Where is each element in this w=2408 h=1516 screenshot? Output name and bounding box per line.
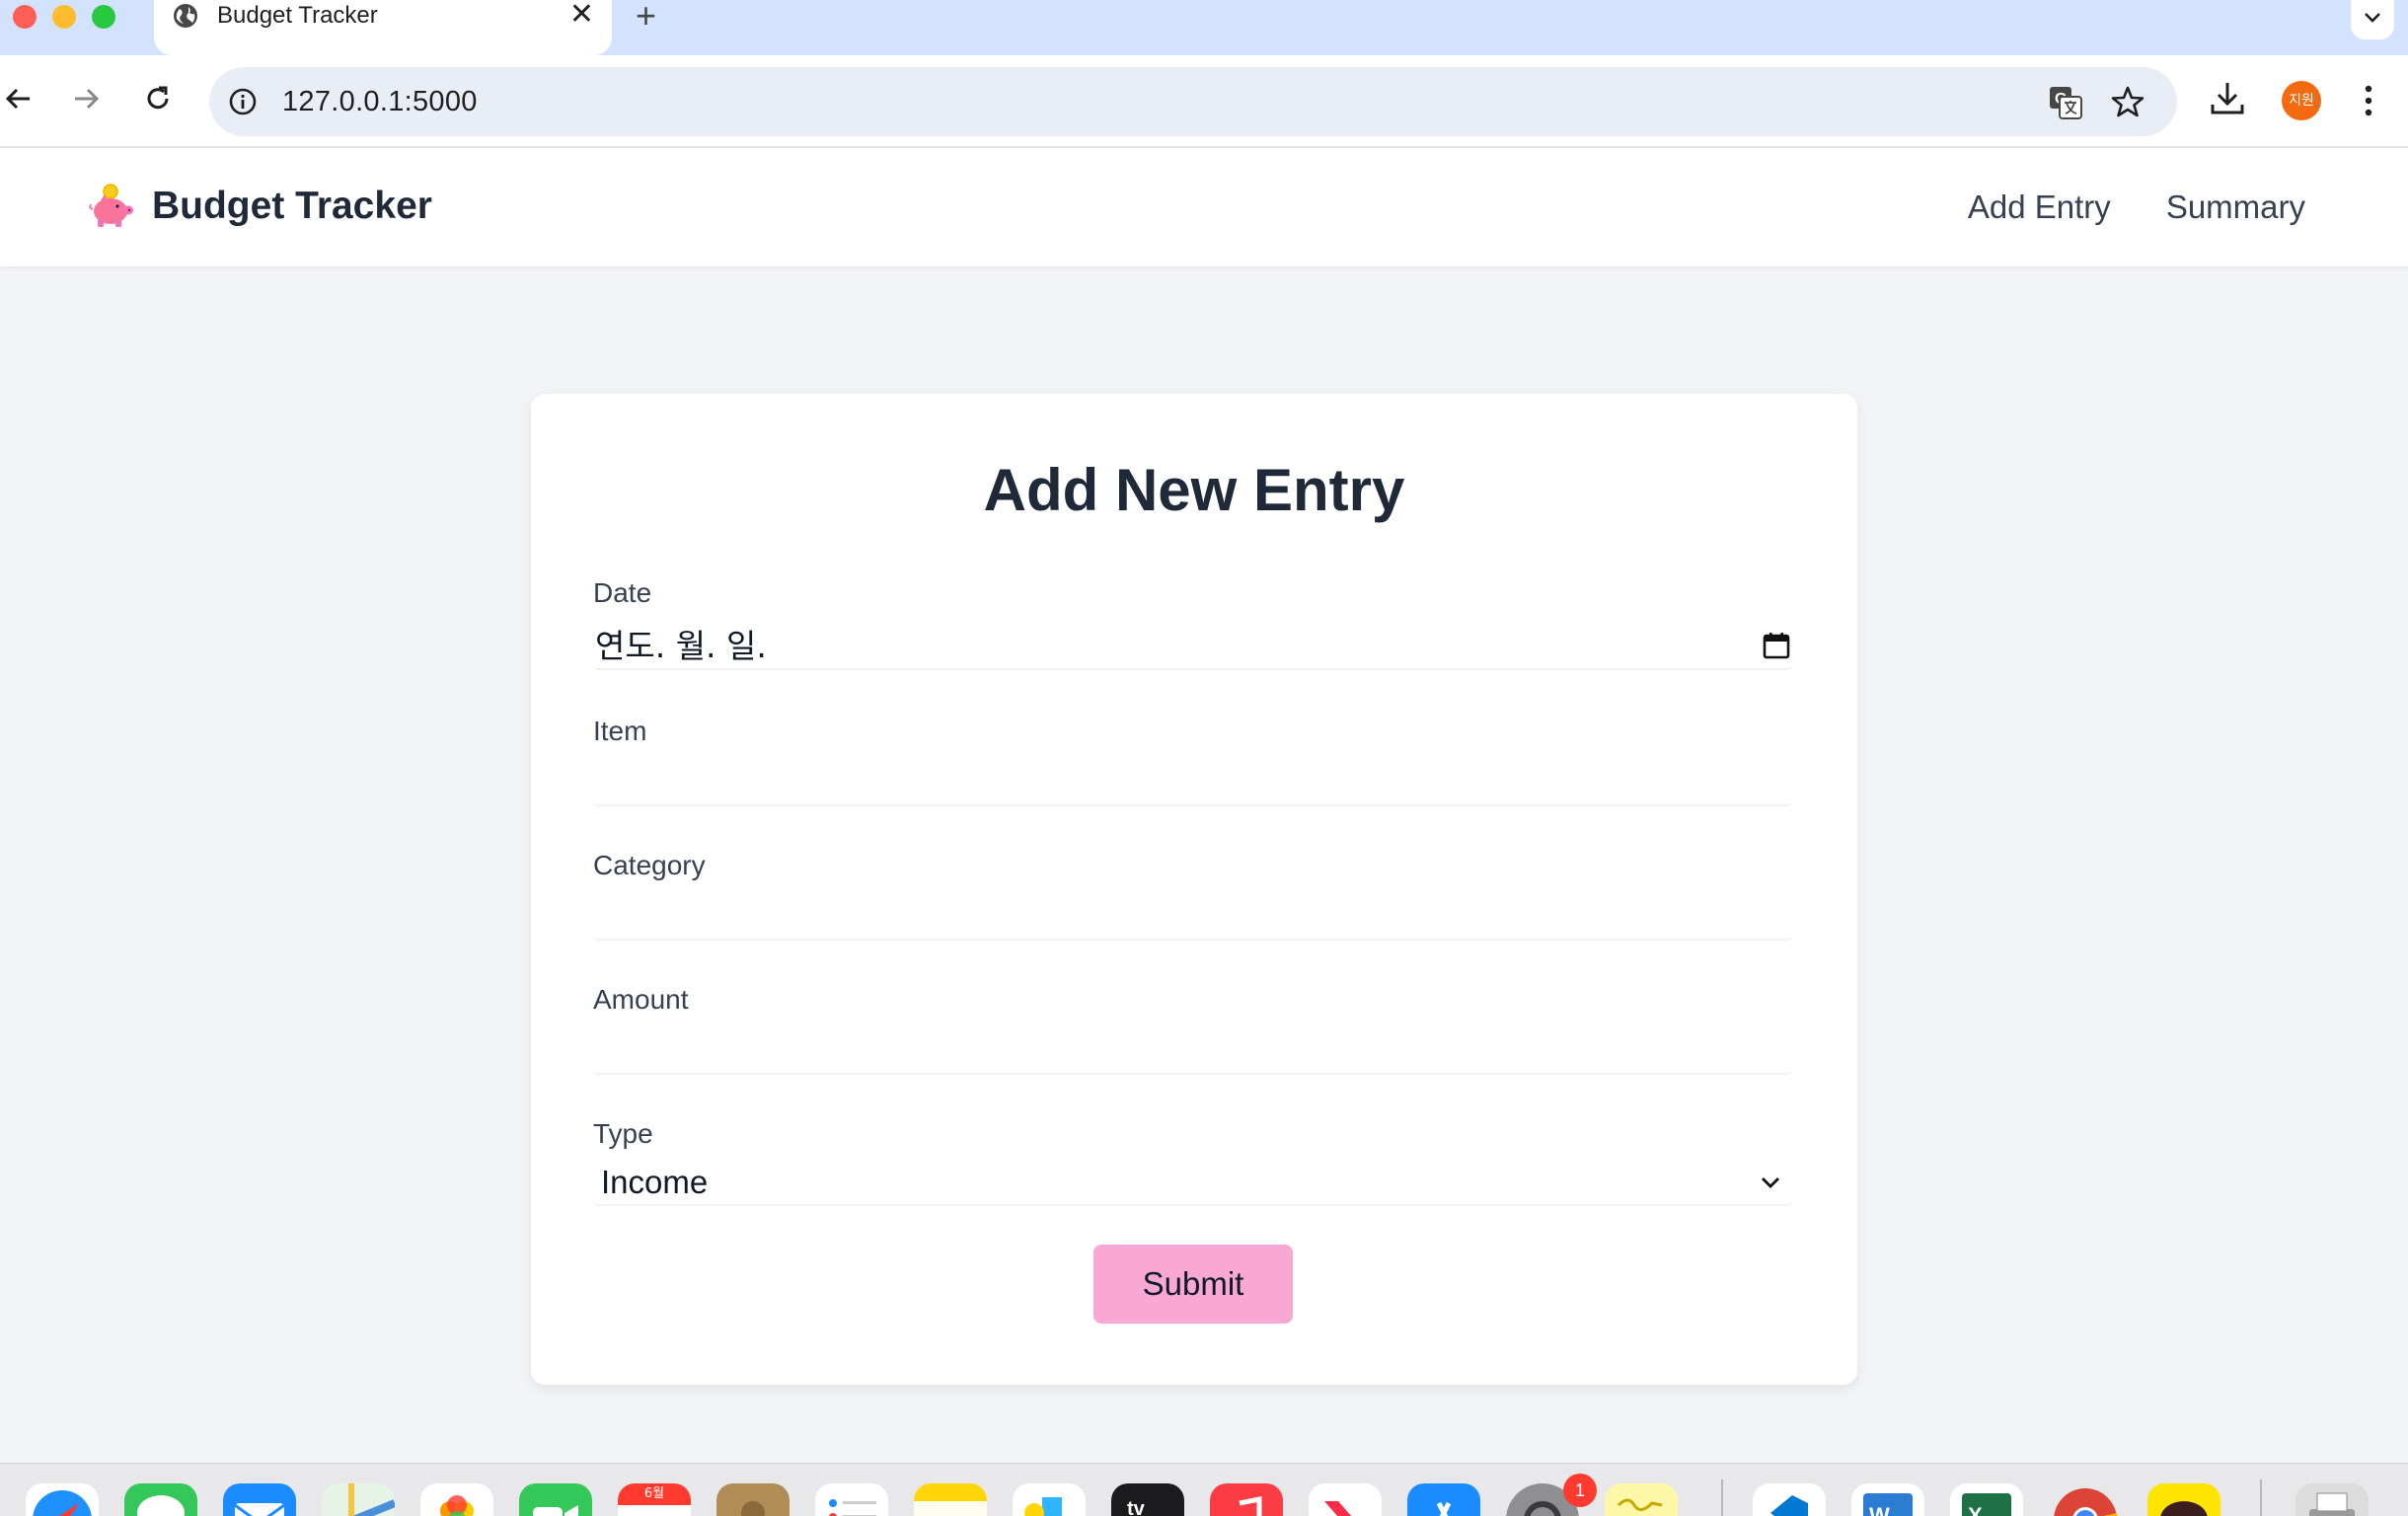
category-label: Category bbox=[593, 850, 706, 880]
dock-separator bbox=[1721, 1479, 1723, 1516]
translate-icon[interactable]: G bbox=[2047, 84, 2084, 121]
type-select[interactable]: Income bbox=[593, 1159, 1793, 1206]
submit-button[interactable]: Submit bbox=[1093, 1245, 1293, 1324]
excel-icon[interactable]: X bbox=[1950, 1483, 2023, 1516]
mail-icon[interactable] bbox=[223, 1483, 296, 1516]
type-label: Type bbox=[593, 1118, 653, 1149]
amount-label: Amount bbox=[593, 984, 689, 1015]
notes-icon[interactable] bbox=[914, 1483, 987, 1516]
app-navbar: Budget Tracker Add Entry Summary bbox=[0, 148, 2408, 266]
photos-icon[interactable] bbox=[420, 1483, 493, 1516]
facetime-icon[interactable] bbox=[519, 1483, 592, 1516]
app-store-icon[interactable] bbox=[1407, 1483, 1480, 1516]
browser-tab-bar: Budget Tracker ✕ + bbox=[0, 0, 2408, 55]
apple-tv-icon[interactable]: tv bbox=[1111, 1483, 1184, 1516]
vscode-icon[interactable] bbox=[1753, 1483, 1826, 1516]
printer-icon[interactable] bbox=[2295, 1483, 2369, 1516]
new-tab-button[interactable]: + bbox=[636, 0, 656, 36]
browser-tab-active[interactable]: Budget Tracker ✕ bbox=[154, 0, 612, 55]
nav-summary-link[interactable]: Summary bbox=[2166, 186, 2305, 229]
minimize-window-button[interactable] bbox=[52, 5, 76, 29]
macos-dock: 6월 tv 1 W X bbox=[0, 1463, 2408, 1516]
preview-icon[interactable] bbox=[1605, 1483, 1678, 1516]
profile-avatar[interactable]: 지원 bbox=[2282, 81, 2321, 120]
word-icon[interactable]: W bbox=[1851, 1483, 1924, 1516]
tab-search-button[interactable] bbox=[2351, 0, 2394, 39]
svg-text:X: X bbox=[1968, 1503, 1983, 1516]
address-bar[interactable]: 127.0.0.1:5000 G bbox=[209, 67, 2177, 136]
site-info-icon[interactable] bbox=[227, 86, 259, 117]
svg-text:tv: tv bbox=[1127, 1498, 1146, 1516]
close-window-button[interactable] bbox=[13, 5, 37, 29]
page-title: Add New Entry bbox=[983, 457, 1405, 523]
settings-badge: 1 bbox=[1563, 1474, 1597, 1507]
music-icon[interactable] bbox=[1210, 1483, 1283, 1516]
chrome-icon[interactable] bbox=[2049, 1483, 2122, 1516]
piggy-bank-icon bbox=[89, 184, 133, 227]
brand-title: Budget Tracker bbox=[152, 185, 432, 227]
svg-text:W: W bbox=[1869, 1503, 1890, 1516]
reload-icon[interactable] bbox=[138, 79, 178, 118]
tab-title: Budget Tracker bbox=[217, 2, 378, 29]
chevron-down-icon bbox=[2365, 13, 2380, 23]
messages-icon[interactable] bbox=[124, 1483, 197, 1516]
calendar-month: 6월 bbox=[618, 1483, 691, 1505]
date-input[interactable]: 연도. 월. 일. bbox=[593, 623, 1793, 670]
news-icon[interactable] bbox=[1309, 1483, 1382, 1516]
dock-separator bbox=[2260, 1479, 2262, 1516]
zoom-window-button[interactable] bbox=[92, 5, 115, 29]
amount-input[interactable] bbox=[593, 1027, 1793, 1075]
forward-arrow-icon[interactable] bbox=[67, 79, 107, 118]
more-menu-icon[interactable] bbox=[2355, 83, 2382, 118]
url-text: 127.0.0.1:5000 bbox=[282, 86, 478, 117]
globe-icon bbox=[174, 4, 197, 28]
reminders-icon[interactable] bbox=[815, 1483, 888, 1516]
maps-icon[interactable] bbox=[322, 1483, 395, 1516]
freeform-icon[interactable] bbox=[1013, 1483, 1086, 1516]
browser-toolbar: 127.0.0.1:5000 G 지원 bbox=[0, 55, 2408, 148]
kakaotalk-icon[interactable] bbox=[2147, 1483, 2220, 1516]
date-placeholder: 연도. 월. 일. bbox=[595, 627, 767, 665]
safari-icon[interactable] bbox=[26, 1483, 99, 1516]
item-label: Item bbox=[593, 716, 647, 746]
type-selected-value: Income bbox=[601, 1164, 709, 1200]
download-icon[interactable] bbox=[2209, 79, 2246, 118]
calendar-icon[interactable]: 6월 bbox=[618, 1483, 691, 1516]
item-input[interactable] bbox=[593, 759, 1793, 806]
nav-add-entry-link[interactable]: Add Entry bbox=[1968, 186, 2111, 229]
calendar-icon[interactable] bbox=[1762, 631, 1791, 660]
close-tab-icon[interactable]: ✕ bbox=[569, 0, 594, 30]
back-arrow-icon[interactable] bbox=[0, 79, 39, 118]
date-label: Date bbox=[593, 577, 652, 608]
chevron-down-icon bbox=[1762, 1177, 1779, 1188]
bookmark-star-icon[interactable] bbox=[2110, 84, 2145, 119]
brand[interactable]: Budget Tracker bbox=[87, 182, 432, 231]
nav-links: Add Entry Summary bbox=[1913, 186, 2305, 229]
contacts-icon[interactable] bbox=[716, 1483, 790, 1516]
category-input[interactable] bbox=[593, 893, 1793, 941]
add-entry-card: Add New Entry Date 연도. 월. 일. Item Catego… bbox=[531, 394, 1857, 1385]
